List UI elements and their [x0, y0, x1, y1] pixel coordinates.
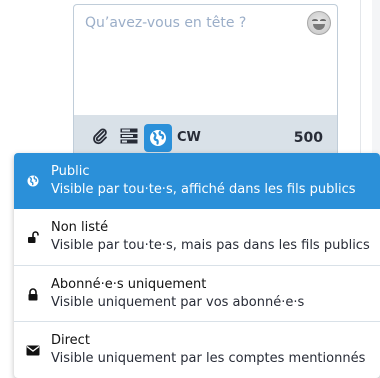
privacy-option-title: Direct: [51, 333, 90, 348]
envelope-icon: [26, 343, 40, 357]
character-counter: 500: [293, 130, 323, 146]
content-warning-button[interactable]: CW: [177, 130, 201, 145]
privacy-option-description: Visible par tou·te·s, mais pas dans les …: [51, 238, 370, 253]
paperclip-icon[interactable]: [89, 125, 111, 147]
privacy-option-description: Visible par tou·te·s, affiché dans les f…: [51, 182, 356, 197]
compose-toolbar: CW 500: [73, 115, 338, 155]
privacy-option-direct[interactable]: Direct Visible uniquement par les compte…: [14, 321, 380, 378]
privacy-option-unlisted[interactable]: Non listé Visible par tou·te·s, mais pas…: [14, 209, 380, 265]
unlock-icon: [26, 230, 40, 244]
privacy-option-title: Abonné·e·s uniquement: [51, 277, 207, 292]
privacy-option-public[interactable]: Public Visible par tou·te·s, affiché dan…: [14, 153, 380, 209]
globe-icon: [26, 174, 40, 188]
privacy-option-title: Public: [51, 164, 90, 179]
privacy-dropdown: Public Visible par tou·te·s, affiché dan…: [14, 153, 380, 378]
privacy-option-description: Visible uniquement par les comptes menti…: [51, 351, 366, 366]
privacy-option-title: Non listé: [51, 220, 109, 235]
privacy-globe-icon[interactable]: [144, 124, 172, 152]
emoji-picker-icon[interactable]: [307, 11, 331, 35]
compose-panel: Qu’avez-vous en tête ? CW 500 Public Vis…: [0, 0, 380, 378]
poll-icon[interactable]: [118, 125, 140, 147]
lock-icon: [26, 287, 40, 301]
compose-placeholder: Qu’avez-vous en tête ?: [85, 15, 247, 31]
privacy-option-description: Visible uniquement par vos abonné·e·s: [51, 295, 305, 310]
privacy-option-followers[interactable]: Abonné·e·s uniquement Visible uniquement…: [14, 265, 380, 321]
